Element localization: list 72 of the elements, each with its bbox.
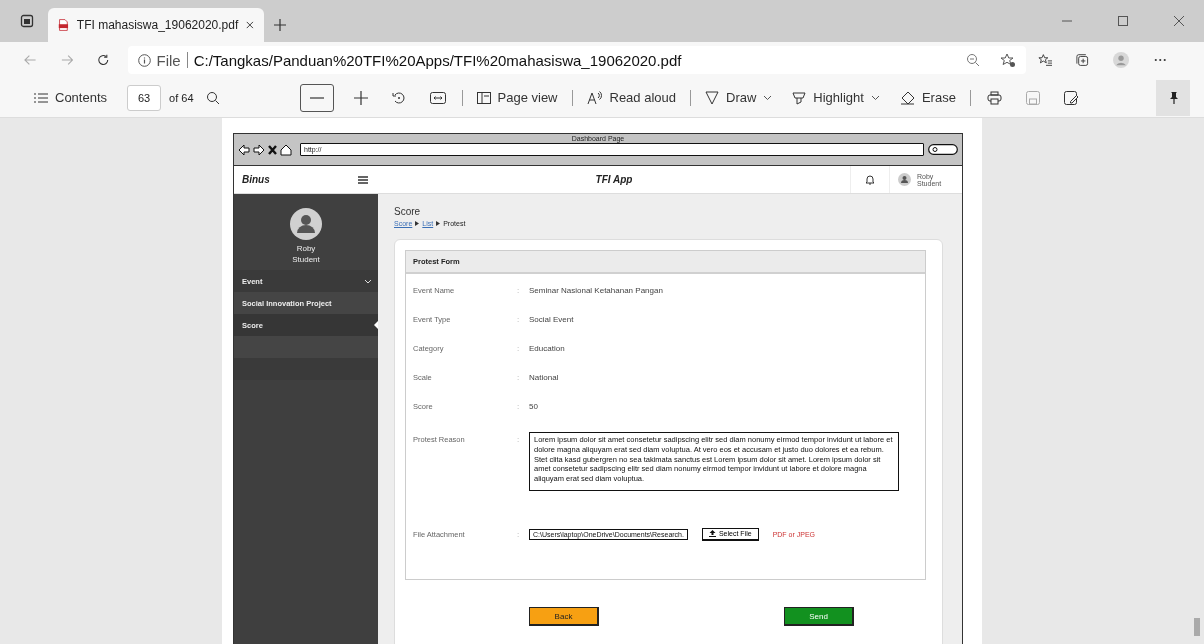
pen-icon <box>705 90 719 105</box>
field-value: National <box>529 373 559 382</box>
page-count: of 64 <box>169 91 194 104</box>
profile-avatar-icon[interactable] <box>1113 51 1130 69</box>
favorites-icon[interactable] <box>1037 53 1053 67</box>
browser-tab[interactable]: TFI mahasiswa_19062020.pdf <box>48 8 264 42</box>
eraser-icon <box>899 90 915 105</box>
more-icon[interactable] <box>1153 58 1166 62</box>
new-tab-icon[interactable] <box>274 19 286 31</box>
menu-icon[interactable] <box>358 175 368 184</box>
field-value: Education <box>529 344 565 353</box>
plus-icon[interactable] <box>353 90 368 105</box>
scrollbar-thumb[interactable] <box>1194 618 1200 636</box>
user-role: Student <box>292 255 320 264</box>
collections-icon[interactable] <box>1076 52 1090 68</box>
avatar-icon <box>898 173 911 186</box>
file-scheme-label: File <box>156 51 181 69</box>
close-icon[interactable] <box>1174 16 1184 26</box>
address-field[interactable]: File C:/Tangkas/Panduan%20TFI%20Apps/TFI%20mahasiswa_19062020.pdf <box>127 46 1026 74</box>
app-title: TFI App <box>594 174 634 185</box>
contents-button[interactable]: Contents <box>24 90 118 105</box>
avatar-icon <box>290 208 322 240</box>
page-number-field[interactable]: 63 <box>127 84 162 111</box>
field-separator: : <box>517 529 521 539</box>
caret-icon <box>870 94 880 101</box>
pdf-file-icon <box>58 17 69 33</box>
back-button[interactable]: Back <box>529 607 599 626</box>
field-separator: : <box>517 344 521 353</box>
print-icon[interactable] <box>986 90 1002 105</box>
field-separator: : <box>517 286 521 295</box>
toolbar-button[interactable]: Read aloud <box>576 90 686 105</box>
pin-button[interactable] <box>1156 79 1190 116</box>
add-favorite-icon[interactable] <box>999 52 1016 68</box>
upload-icon <box>708 530 716 537</box>
field-separator: : <box>517 402 521 411</box>
toolbar-button[interactable]: Highlight <box>782 90 890 105</box>
bell-icon[interactable] <box>865 174 875 185</box>
user-name: Roby <box>296 244 316 253</box>
chevron-down-icon <box>364 278 372 284</box>
rotate-icon[interactable] <box>391 90 406 105</box>
send-button[interactable]: Send <box>784 607 854 626</box>
list-icon <box>34 92 48 103</box>
chevron-right-icon <box>415 221 420 226</box>
minus-icon <box>309 96 324 99</box>
save-as-icon[interactable] <box>1063 90 1079 105</box>
fit-width-icon[interactable] <box>429 91 446 104</box>
field-separator: : <box>517 373 521 382</box>
chevron-right-icon <box>436 221 441 226</box>
url-text: C:/Tangkas/Panduan%20TFI%20Apps/TFI%20mahasiswa_19062020.pdf <box>193 51 682 69</box>
field-value: 50 <box>529 402 538 411</box>
maximize-icon[interactable] <box>1118 16 1128 26</box>
zoom-out-icon[interactable] <box>965 53 980 67</box>
read-aloud-icon <box>586 90 603 105</box>
field-value: Social Event <box>529 315 574 324</box>
page-title: Score <box>394 206 422 217</box>
field-separator: : <box>517 435 521 444</box>
page-view-icon <box>476 90 491 105</box>
tab-actions-icon[interactable] <box>20 14 34 28</box>
search-pill-icon <box>928 144 958 155</box>
caret-icon <box>763 94 773 101</box>
info-icon <box>137 53 151 67</box>
field-separator: : <box>517 315 521 324</box>
toolbar-button[interactable]: Page view <box>466 90 568 105</box>
field-value: Seminar Nasional Ketahanan Pangan <box>529 286 663 295</box>
search-icon[interactable] <box>205 90 220 105</box>
brand-label: Binus <box>242 174 270 185</box>
close-icon[interactable] <box>246 20 254 30</box>
zoom-out-button[interactable] <box>299 83 334 112</box>
toolbar-button[interactable]: Erase <box>889 90 966 105</box>
highlighter-icon <box>792 90 807 105</box>
refresh-icon[interactable] <box>97 53 110 67</box>
toolbar-button[interactable]: Draw <box>695 90 783 105</box>
